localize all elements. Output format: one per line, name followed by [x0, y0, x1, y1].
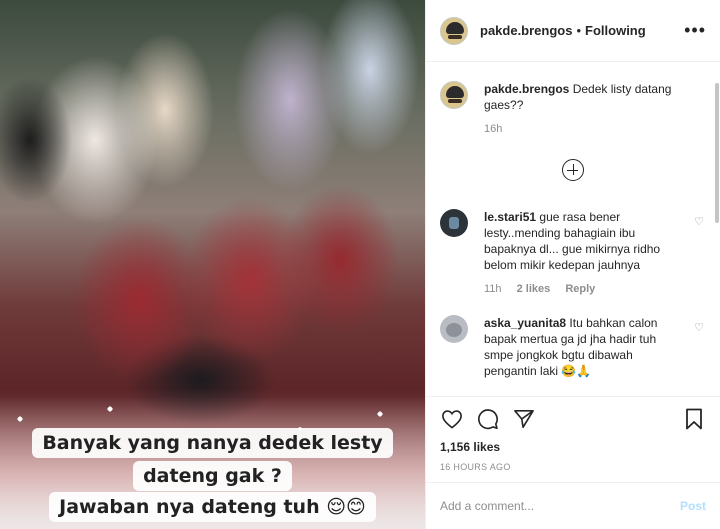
share-paper-plane-icon[interactable]: [512, 407, 536, 431]
overlay-text-line-3: Jawaban nya dateng tuh 😌😊: [49, 492, 376, 522]
like-heart-icon[interactable]: [440, 407, 464, 431]
bookmark-icon[interactable]: [682, 407, 706, 431]
comment-likes[interactable]: 2 likes: [517, 283, 551, 295]
comment-item: aska_yuanita8 Itu bahkan calon bapak mer…: [440, 315, 706, 379]
comment-time[interactable]: 11h: [484, 283, 502, 295]
caption-author-avatar[interactable]: [440, 81, 468, 109]
comments-section[interactable]: pakde.brengos Dedek listy datang gaes?? …: [426, 63, 720, 395]
likes-count[interactable]: 1,156 likes: [440, 440, 706, 454]
reply-button[interactable]: Reply: [565, 283, 595, 295]
post-actions: 1,156 likes 16 HOURS AGO: [426, 396, 720, 472]
post-image[interactable]: Banyak yang nanya dedek lesty dateng gak…: [0, 0, 425, 529]
caption-item: pakde.brengos Dedek listy datang gaes?? …: [440, 81, 706, 137]
overlay-text-line-2: dateng gak ?: [133, 461, 292, 491]
load-more-comments-icon[interactable]: [562, 159, 584, 181]
comment-item: le.stari51 gue rasa bener lesty..mending…: [440, 209, 706, 297]
caption-time[interactable]: 16h: [484, 123, 502, 135]
scrollbar[interactable]: [715, 83, 719, 223]
commenter-avatar[interactable]: [440, 315, 468, 343]
comment-bubble-icon[interactable]: [476, 407, 500, 431]
comment-like-heart-icon[interactable]: ♡: [694, 321, 704, 334]
comment-username[interactable]: le.stari51: [484, 210, 536, 224]
post-header: pakde.brengos • Following •••: [426, 0, 720, 62]
author-avatar[interactable]: [440, 16, 468, 45]
add-comment-input[interactable]: [440, 499, 680, 513]
post-timestamp[interactable]: 16 HOURS AGO: [440, 462, 706, 472]
post-comment-button[interactable]: Post: [680, 499, 706, 513]
overlay-text-line-1: Banyak yang nanya dedek lesty: [32, 428, 393, 458]
author-username[interactable]: pakde.brengos: [480, 23, 572, 38]
commenter-avatar[interactable]: [440, 209, 468, 237]
comment-username[interactable]: aska_yuanita8: [484, 316, 566, 330]
more-options-icon[interactable]: •••: [684, 20, 706, 41]
following-button[interactable]: Following: [585, 23, 646, 38]
caption-username[interactable]: pakde.brengos: [484, 82, 569, 96]
comment-like-heart-icon[interactable]: ♡: [694, 215, 704, 228]
separator-dot: •: [576, 23, 582, 38]
post-side-panel: pakde.brengos • Following ••• pakde.bren…: [425, 0, 720, 529]
add-comment-bar: Post: [426, 482, 720, 529]
